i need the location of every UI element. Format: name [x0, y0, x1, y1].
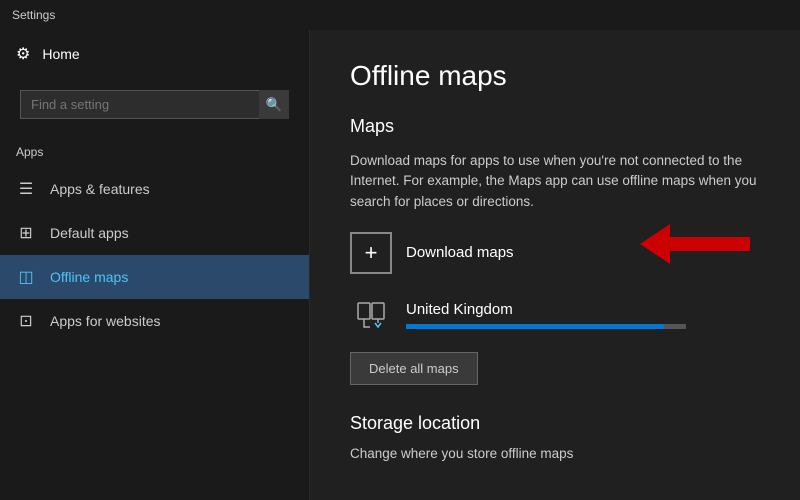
map-download-icon — [350, 294, 392, 336]
sidebar-item-apps-features-label: Apps & features — [50, 181, 150, 197]
title-bar-label: Settings — [12, 8, 55, 22]
sidebar-section-label: Apps — [0, 139, 309, 167]
map-info: United Kingdom — [406, 301, 686, 329]
sidebar: ⚙ Home 🔍 Apps ☰ Apps & features ⊞ Defaul… — [0, 30, 310, 500]
content-area: Offline maps Maps Download maps for apps… — [310, 30, 800, 500]
sidebar-home-button[interactable]: ⚙ Home — [0, 30, 309, 78]
sidebar-item-default-apps[interactable]: ⊞ Default apps — [0, 211, 309, 255]
delete-all-maps-label: Delete all maps — [369, 361, 459, 376]
search-icon: 🔍 — [266, 97, 283, 113]
arrow-head — [640, 224, 670, 264]
sidebar-item-default-apps-label: Default apps — [50, 225, 129, 241]
default-apps-icon: ⊞ — [16, 223, 36, 243]
map-svg-icon — [356, 300, 386, 330]
download-maps-button[interactable]: + — [350, 232, 392, 274]
map-item: United Kingdom — [350, 294, 760, 336]
sidebar-item-apps-websites[interactable]: ⊡ Apps for websites — [0, 299, 309, 343]
map-name: United Kingdom — [406, 301, 686, 318]
download-maps-label: Download maps — [406, 244, 514, 261]
title-bar: Settings — [0, 0, 800, 30]
sidebar-item-offline-maps-label: Offline maps — [50, 269, 128, 285]
page-title: Offline maps — [350, 60, 760, 92]
sidebar-item-offline-maps[interactable]: ◫ Offline maps — [0, 255, 309, 299]
progress-bar-background — [406, 324, 686, 329]
sidebar-item-apps-features[interactable]: ☰ Apps & features — [0, 167, 309, 211]
offline-maps-icon: ◫ — [16, 267, 36, 287]
home-icon: ⚙ — [16, 44, 30, 64]
search-button[interactable]: 🔍 — [259, 90, 289, 119]
search-wrapper: 🔍 — [20, 90, 289, 119]
plus-icon: + — [365, 240, 378, 266]
main-layout: ⚙ Home 🔍 Apps ☰ Apps & features ⊞ Defaul… — [0, 30, 800, 500]
download-maps-row: + Download maps — [350, 232, 760, 274]
search-container: 🔍 — [8, 82, 301, 127]
storage-description: Change where you store offline maps — [350, 444, 760, 464]
search-input[interactable] — [20, 90, 289, 119]
sidebar-home-label: Home — [42, 46, 79, 62]
maps-section-title: Maps — [350, 116, 760, 137]
maps-description: Download maps for apps to use when you'r… — [350, 151, 760, 212]
sidebar-item-apps-websites-label: Apps for websites — [50, 313, 161, 329]
arrow-body — [670, 237, 750, 251]
apps-features-icon: ☰ — [16, 179, 36, 199]
apps-websites-icon: ⊡ — [16, 311, 36, 331]
progress-bar-fill — [406, 324, 664, 329]
delete-all-maps-button[interactable]: Delete all maps — [350, 352, 478, 385]
storage-section-title: Storage location — [350, 413, 760, 434]
arrow-annotation — [640, 224, 750, 264]
